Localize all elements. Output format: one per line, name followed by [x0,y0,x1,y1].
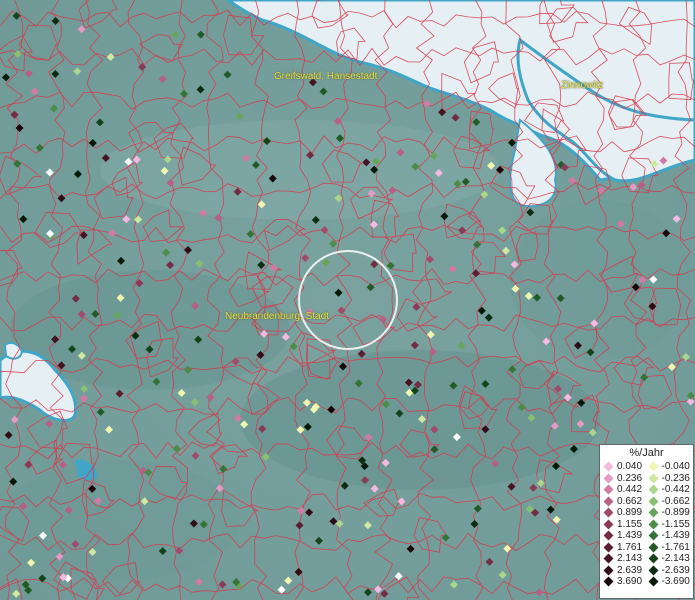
legend-label: -0.236 [661,472,690,484]
legend-entry: -0.899 [647,507,692,519]
legend-label: 0.236 [617,472,643,484]
legend-swatch [603,484,614,495]
legend-label: -1.761 [661,541,690,553]
city-label-zinnowitz[interactable]: Zinnowitz [561,80,603,91]
legend-swatch [648,553,658,564]
legend-entry: 0.040 [602,461,647,473]
legend-label: -1.155 [661,518,690,530]
legend-swatch [603,496,614,507]
legend-entry: 1.761 [602,542,647,554]
legend-label: 0.662 [617,495,643,507]
legend-label: -1.439 [661,530,690,542]
legend-entry: 2.639 [602,565,647,577]
legend-entry: 0.662 [602,496,647,508]
legend-swatch [648,473,658,484]
legend-swatch [648,565,658,576]
legend-entry: 2.143 [602,553,647,565]
legend-label: 0.899 [617,507,643,519]
legend-entry: -0.236 [647,473,692,485]
legend-entry: -0.040 [647,461,692,473]
legend-label: 0.442 [617,484,643,496]
legend-swatch [648,530,658,541]
legend-label: 0.040 [617,461,643,473]
map-view[interactable]: Greifswald, Hansestadt Zinnowitz Neubran… [0,0,695,600]
legend-entry: -1.761 [647,542,692,554]
legend-swatch [603,461,614,472]
legend-entries: 0.040 -0.040 0.236 -0.236 0.442 -0.442 0.662 -0… [600,461,693,588]
legend-swatch [648,496,658,507]
legend-label: 1.439 [617,530,643,542]
legend-entry: -0.442 [647,484,692,496]
legend-entry: 0.236 [602,473,647,485]
legend-label: -0.040 [661,461,690,473]
city-label-neubrandenburg[interactable]: Neubrandenburg, Stadt [225,311,329,322]
legend-label: 2.143 [617,553,643,565]
legend-label: -2.639 [661,564,690,576]
legend-entry: -2.143 [647,553,692,565]
legend-entry: 1.155 [602,519,647,531]
legend-entry: -1.439 [647,530,692,542]
legend-swatch [603,576,614,587]
legend-label: -2.143 [661,553,690,565]
legend-label: -0.899 [661,507,690,519]
legend-swatch [603,519,614,530]
legend-label: -3.690 [661,576,690,588]
legend-swatch [648,542,658,553]
legend-entry: -1.155 [647,519,692,531]
legend-label: 3.690 [617,576,643,588]
legend-label: -0.442 [661,484,690,496]
legend-title: %/Jahr [629,447,664,459]
legend-swatch [648,519,658,530]
legend-swatch [648,576,658,587]
legend-swatch [603,507,614,518]
legend-swatch [603,473,614,484]
city-label-greifswald[interactable]: Greifswald, Hansestadt [274,71,377,82]
legend-label: 2.639 [617,564,643,576]
legend-swatch [648,484,658,495]
map-legend: %/Jahr 0.040 -0.040 0.236 -0.236 0.442 -0.442… [599,444,694,599]
legend-entry: 0.442 [602,484,647,496]
legend-swatch [648,461,658,472]
legend-entry: -0.662 [647,496,692,508]
legend-entry: 3.690 [602,576,647,588]
legend-label: 1.155 [617,518,643,530]
legend-entry: -2.639 [647,565,692,577]
legend-swatch [603,542,614,553]
legend-entry: 1.439 [602,530,647,542]
legend-swatch [648,507,658,518]
legend-entry: 0.899 [602,507,647,519]
legend-swatch [603,530,614,541]
legend-swatch [603,553,614,564]
legend-label: -0.662 [661,495,690,507]
legend-swatch [603,565,614,576]
legend-label: 1.761 [617,541,643,553]
legend-entry: -3.690 [647,576,692,588]
